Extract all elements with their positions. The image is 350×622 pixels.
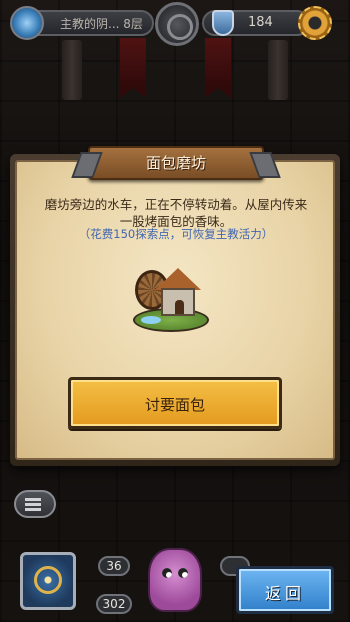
menu-icon[interactable] [14,490,56,518]
gear-icon[interactable] [298,6,332,40]
ask-bread-label[interactable]: 讨要面包 [68,394,282,415]
mill-door [175,300,184,314]
exploration-points: 184 [248,15,273,30]
top-bar: 主教的阴... 8层 184 [0,0,350,46]
hero-stat-bottom: 302 [96,594,132,614]
return-label[interactable]: 返回 [236,580,334,604]
dialog-title: 面包磨坊 [145,154,206,172]
shield-icon [212,10,234,36]
center-emblem-icon[interactable] [155,2,199,46]
location-icon[interactable] [10,6,44,40]
monster-avatar [148,548,202,612]
watermill-illustration [131,262,211,338]
mill-roof [155,268,201,290]
dialog-description: 磨坊旁边的水车，正在不停转动着。从屋内传来一股烤面包的香味。 [44,197,308,229]
dialog-hint: （花费150探索点，可恢复主教活力） [78,227,274,241]
hero-stat-top: 36 [98,556,130,576]
location-label: 主教的阴... 8层 [60,17,143,31]
stream-water [141,316,161,324]
compass-icon [34,566,62,594]
